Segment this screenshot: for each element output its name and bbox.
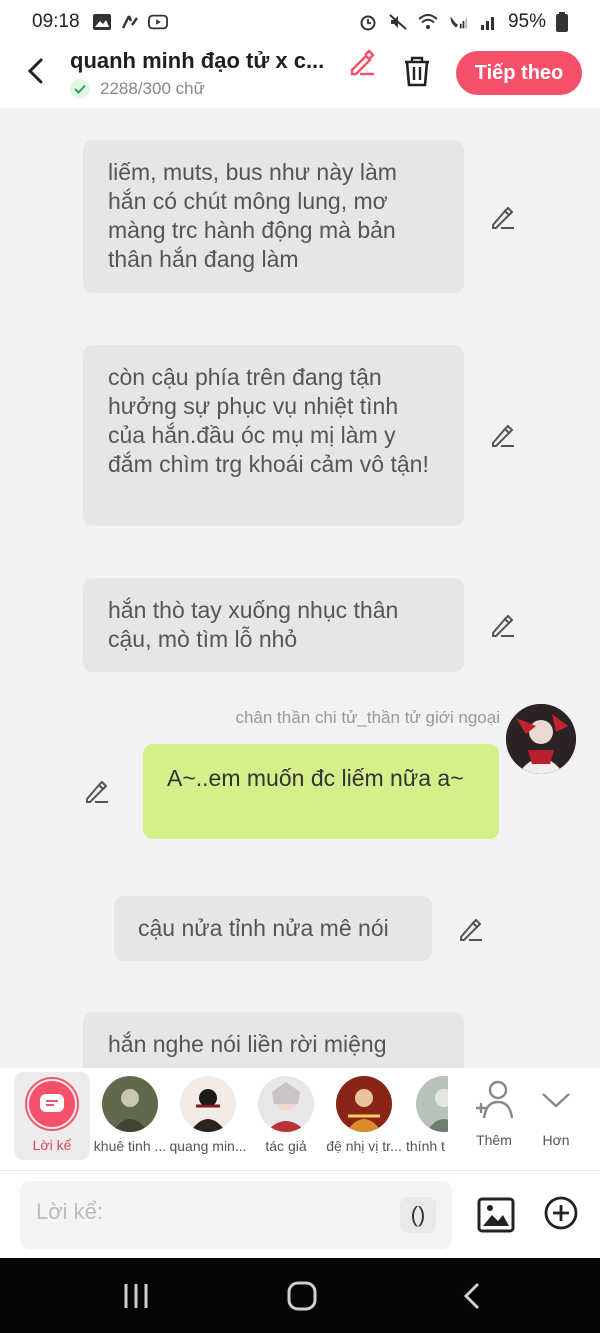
parenthesis-button[interactable]: () — [400, 1197, 436, 1233]
character-tab[interactable]: khuê tinh ... — [90, 1072, 170, 1154]
check-icon — [70, 79, 90, 99]
back-button[interactable] — [20, 54, 50, 88]
pencil-icon[interactable] — [458, 916, 484, 942]
pencil-icon[interactable] — [490, 422, 516, 448]
message-input[interactable] — [36, 1199, 376, 1225]
story-title[interactable]: quanh minh đạo tử x c... — [70, 48, 324, 74]
trash-icon[interactable] — [400, 54, 434, 88]
status-time: 09:18 — [32, 11, 80, 32]
pencil-icon[interactable] — [348, 48, 376, 76]
next-button[interactable]: Tiếp theo — [456, 51, 582, 95]
narration-bubble[interactable]: hắn nghe nói liền rời miệng — [83, 1012, 464, 1068]
message-input-box[interactable]: () — [20, 1181, 452, 1249]
character-tab[interactable]: thính t — [402, 1072, 448, 1154]
pencil-icon[interactable] — [490, 612, 516, 638]
header: quanh minh đạo tử x c... 2288/300 chữ Ti… — [0, 44, 600, 108]
character-tab[interactable]: tác giả — [246, 1072, 326, 1154]
more-button[interactable]: Hơn — [516, 1078, 596, 1148]
narration-bubble[interactable]: cậu nửa tỉnh nửa mê nói — [114, 896, 432, 961]
user-bubble[interactable]: A~..em muốn đc liếm nữa a~ — [143, 744, 499, 839]
character-tab[interactable]: quang min... — [168, 1072, 248, 1154]
word-count: 2288/300 chữ — [70, 79, 205, 99]
word-count-text: 2288/300 chữ — [100, 79, 205, 98]
narration-bubble[interactable]: liếm, muts, bus như này làm hắn có chút … — [83, 140, 464, 293]
wifi-icon — [418, 14, 438, 29]
narration-bubble[interactable]: hắn thò tay xuống nhục thân cậu, mò tìm … — [83, 578, 464, 672]
speaker-name: chân thần chi tử_thần tử giới ngoại — [235, 708, 500, 727]
narration-bubble[interactable]: còn cậu phía trên đang tận hưởng sự phục… — [83, 345, 464, 526]
signal-icon — [480, 17, 494, 30]
character-avatar[interactable] — [506, 704, 576, 774]
image-icon[interactable] — [476, 1195, 516, 1235]
battery-text: 95% — [507, 11, 546, 32]
recents-icon[interactable] — [118, 1280, 154, 1312]
person-add-icon — [476, 1080, 514, 1119]
narrator-tab[interactable]: Lời kể — [14, 1072, 90, 1160]
battery-icon — [556, 12, 568, 32]
gallery-icon — [92, 14, 111, 30]
back-nav-icon[interactable] — [454, 1280, 490, 1312]
home-icon[interactable] — [284, 1280, 320, 1312]
pencil-icon[interactable] — [84, 778, 110, 804]
youtube-icon — [147, 14, 168, 30]
mention-icon — [121, 15, 138, 29]
pencil-icon[interactable] — [490, 204, 516, 230]
alarm-icon — [360, 15, 376, 31]
character-bar: Lời kể khuê tinh ... quang min... tác gi… — [0, 1068, 600, 1170]
narration-icon — [40, 1094, 64, 1112]
character-tab[interactable]: đệ nhị vị tr... — [324, 1072, 404, 1154]
call-signal-icon — [450, 16, 468, 29]
input-area: () — [0, 1170, 600, 1258]
plus-circle-icon[interactable] — [543, 1195, 579, 1231]
status-bar: 09:18 95% — [0, 0, 600, 44]
mute-icon — [389, 14, 407, 30]
chevron-down-icon — [542, 1093, 570, 1108]
system-navigation-bar — [0, 1258, 600, 1333]
back-icon — [27, 58, 43, 84]
chat-area[interactable]: liếm, muts, bus như này làm hắn có chút … — [0, 108, 600, 1068]
